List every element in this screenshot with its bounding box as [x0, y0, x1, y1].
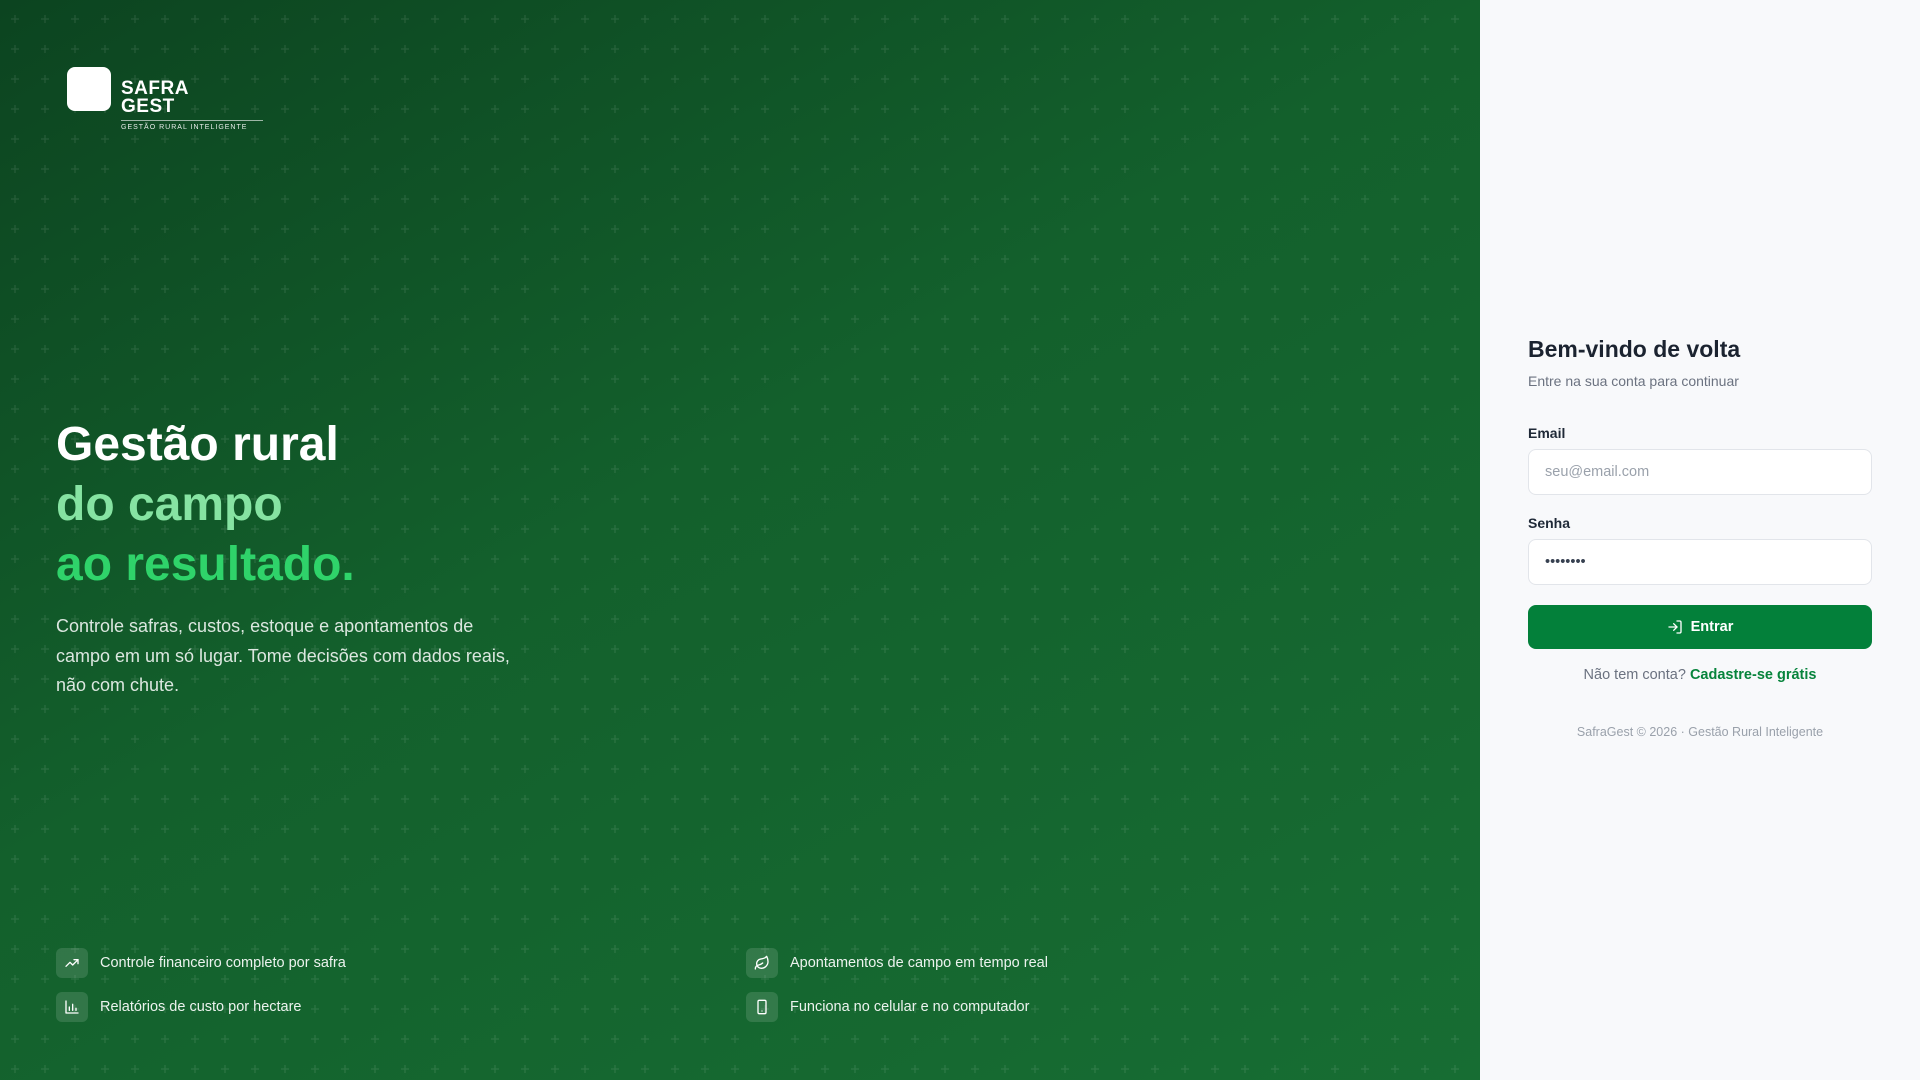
hero-panel: SAFRA GEST GESTÃO RURAL INTELIGENTE Gest… [0, 0, 1480, 1080]
email-label: Email [1528, 425, 1566, 441]
headline-line3: ao resultado. [56, 538, 355, 591]
signup-link[interactable]: Cadastre-se grátis [1690, 667, 1817, 683]
feature-list: Controle financeiro completo por safra A… [56, 948, 1146, 1022]
brand-name-line2: GEST [121, 96, 175, 117]
log-in-icon [1667, 620, 1682, 634]
headline-line1: Gestão rural [56, 418, 339, 471]
hero-subtitle: Controle safras, custos, estoque e apont… [56, 616, 510, 695]
headline-line2: do campo [56, 478, 283, 531]
trending-up-icon [56, 948, 88, 978]
leaf-icon [746, 948, 778, 978]
login-form: Bem-vindo de volta Entre na sua conta pa… [1528, 336, 1872, 739]
feature-label: Funciona no celular e no computador [790, 999, 1030, 1015]
feature-label: Controle financeiro completo por safra [100, 955, 346, 971]
login-button-label: Entrar [1690, 619, 1734, 635]
feature-label: Relatórios de custo por hectare [100, 999, 302, 1015]
brand-logo: SAFRA GEST GESTÃO RURAL INTELIGENTE [67, 67, 263, 131]
login-title: Bem-vindo de volta [1528, 336, 1741, 362]
bar-chart-icon [56, 992, 88, 1022]
email-field[interactable] [1528, 449, 1872, 495]
login-panel: Bem-vindo de volta Entre na sua conta pa… [1480, 0, 1920, 1080]
feature-label: Apontamentos de campo em tempo real [790, 955, 1048, 971]
hero-headline: Gestão rural do campo ao resultado. [56, 415, 355, 595]
password-label: Senha [1528, 515, 1571, 531]
signup-prompt: Não tem conta? Cadastre-se grátis [1528, 667, 1872, 683]
signup-text: Não tem conta? [1583, 667, 1686, 683]
logo-text: SAFRA GEST GESTÃO RURAL INTELIGENTE [121, 67, 263, 131]
logo-mark [67, 67, 111, 111]
feature-item: Relatórios de custo por hectare [56, 992, 746, 1022]
feature-item: Funciona no celular e no computador [746, 992, 1146, 1022]
feature-item: Controle financeiro completo por safra [56, 948, 746, 978]
feature-item: Apontamentos de campo em tempo real [746, 948, 1146, 978]
brand-tagline: GESTÃO RURAL INTELIGENTE [121, 120, 263, 131]
password-field[interactable] [1528, 539, 1872, 585]
login-subtitle: Entre na sua conta para continuar [1528, 373, 1739, 389]
smartphone-icon [746, 992, 778, 1022]
login-page: SAFRA GEST GESTÃO RURAL INTELIGENTE Gest… [0, 0, 1920, 1080]
footer-copyright: SafraGest © 2026 · Gestão Rural Intelige… [1576, 725, 1824, 739]
login-button[interactable]: Entrar [1528, 605, 1872, 649]
